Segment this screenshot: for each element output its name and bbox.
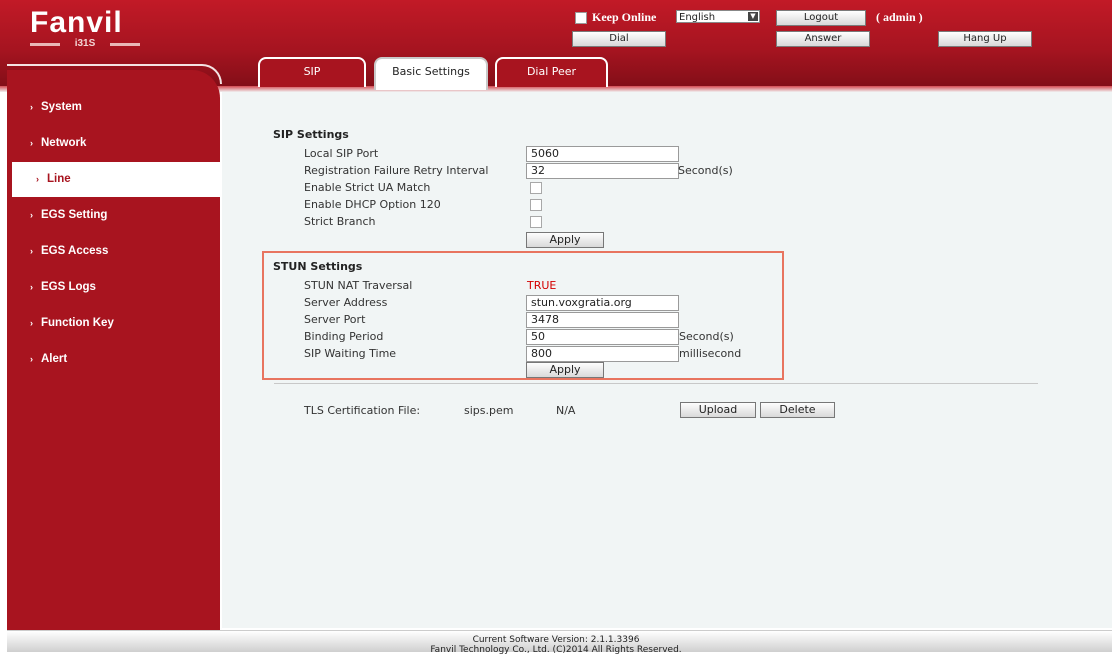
sip-waiting-time-label: SIP Waiting Time	[304, 347, 397, 360]
sidebar-item-network[interactable]: › Network	[0, 126, 213, 160]
tab-dial-peer[interactable]: Dial Peer	[495, 57, 608, 87]
model-text: i31S	[74, 38, 96, 49]
chevron-down-icon[interactable]: ▼	[748, 12, 758, 21]
tls-certification-label: TLS Certification File:	[304, 404, 421, 417]
copyright: Fanvil Technology Co., Ltd. (C)2014 All …	[430, 645, 682, 655]
model-label: i31S	[30, 38, 140, 50]
language-select-value: English	[679, 12, 716, 23]
logo-bar-left	[30, 43, 60, 46]
keep-online-label: Keep Online	[592, 10, 657, 24]
chevron-right-icon: ›	[30, 102, 33, 112]
local-sip-port-label: Local SIP Port	[304, 147, 379, 160]
sidebar-item-label: System	[41, 101, 82, 113]
sip-waiting-time-unit: millisecond	[679, 347, 742, 360]
server-address-input[interactable]: stun.voxgratia.org	[526, 295, 679, 311]
sidebar-edge	[7, 64, 222, 84]
sidebar-item-egs-setting[interactable]: › EGS Setting	[0, 198, 213, 232]
strict-ua-match-checkbox[interactable]	[530, 182, 542, 194]
hang-up-button[interactable]: Hang Up	[938, 31, 1032, 47]
local-sip-port-input[interactable]: 5060	[526, 146, 679, 162]
sidebar-item-egs-logs[interactable]: › EGS Logs	[0, 270, 213, 304]
chevron-right-icon: ›	[30, 318, 33, 328]
retry-interval-label: Registration Failure Retry Interval	[304, 164, 489, 177]
section-divider	[274, 383, 1038, 384]
chevron-right-icon: ›	[30, 138, 33, 148]
stun-settings-title: STUN Settings	[273, 260, 363, 273]
chevron-right-icon: ›	[30, 246, 33, 256]
strict-branch-label: Strict Branch	[304, 215, 376, 228]
software-version: Current Software Version: 2.1.1.3396	[472, 635, 640, 645]
retry-interval-input[interactable]: 32	[526, 163, 679, 179]
tls-status: N/A	[556, 404, 576, 417]
server-address-label: Server Address	[304, 296, 388, 309]
binding-period-unit: Second(s)	[679, 330, 734, 343]
upload-button[interactable]: Upload	[680, 402, 756, 418]
chevron-right-icon: ›	[30, 354, 33, 364]
server-port-label: Server Port	[304, 313, 366, 326]
chevron-right-icon: ›	[36, 174, 39, 184]
chevron-right-icon: ›	[30, 282, 33, 292]
binding-period-label: Binding Period	[304, 330, 384, 343]
sidebar-item-label: EGS Logs	[41, 281, 96, 293]
sip-waiting-time-input[interactable]: 800	[526, 346, 679, 362]
strict-ua-match-label: Enable Strict UA Match	[304, 181, 431, 194]
sidebar-item-alert[interactable]: › Alert	[0, 342, 213, 376]
sip-settings-title: SIP Settings	[273, 128, 349, 141]
sidebar-item-label: Network	[41, 137, 87, 149]
keep-online-checkbox[interactable]	[575, 12, 587, 24]
binding-period-input[interactable]: 50	[526, 329, 679, 345]
logo-bar-right	[110, 43, 140, 46]
sidebar-item-label: Alert	[41, 353, 68, 365]
tab-sip[interactable]: SIP	[258, 57, 366, 87]
dhcp-option-120-checkbox[interactable]	[530, 199, 542, 211]
sidebar-item-label: Function Key	[41, 317, 114, 329]
logout-button[interactable]: Logout	[776, 10, 866, 26]
stun-nat-traversal-value: TRUE	[527, 279, 557, 292]
language-select[interactable]: English ▼	[676, 10, 760, 23]
sidebar-item-line[interactable]: › Line	[12, 162, 221, 197]
stun-apply-button[interactable]: Apply	[526, 362, 604, 378]
sidebar-item-egs-access[interactable]: › EGS Access	[0, 234, 213, 268]
chevron-right-icon: ›	[30, 210, 33, 220]
sidebar-item-system[interactable]: › System	[0, 90, 213, 124]
dial-button[interactable]: Dial	[572, 31, 666, 47]
server-port-input[interactable]: 3478	[526, 312, 679, 328]
tls-file-name: sips.pem	[464, 404, 514, 417]
retry-interval-unit: Second(s)	[678, 164, 733, 177]
sip-apply-button[interactable]: Apply	[526, 232, 604, 248]
strict-branch-checkbox[interactable]	[530, 216, 542, 228]
sidebar-item-label: EGS Setting	[41, 209, 108, 221]
delete-button[interactable]: Delete	[760, 402, 835, 418]
sidebar-item-function-key[interactable]: › Function Key	[0, 306, 213, 340]
tab-basic-settings[interactable]: Basic Settings	[374, 57, 488, 90]
sidebar-item-label: EGS Access	[41, 245, 109, 257]
answer-button[interactable]: Answer	[776, 31, 870, 47]
sidebar-item-label: Line	[47, 173, 71, 185]
fanvil-logo: Fanvil	[30, 6, 123, 39]
dhcp-option-120-label: Enable DHCP Option 120	[304, 198, 441, 211]
stun-nat-traversal-label: STUN NAT Traversal	[304, 279, 413, 292]
user-label: ( admin )	[876, 10, 923, 24]
